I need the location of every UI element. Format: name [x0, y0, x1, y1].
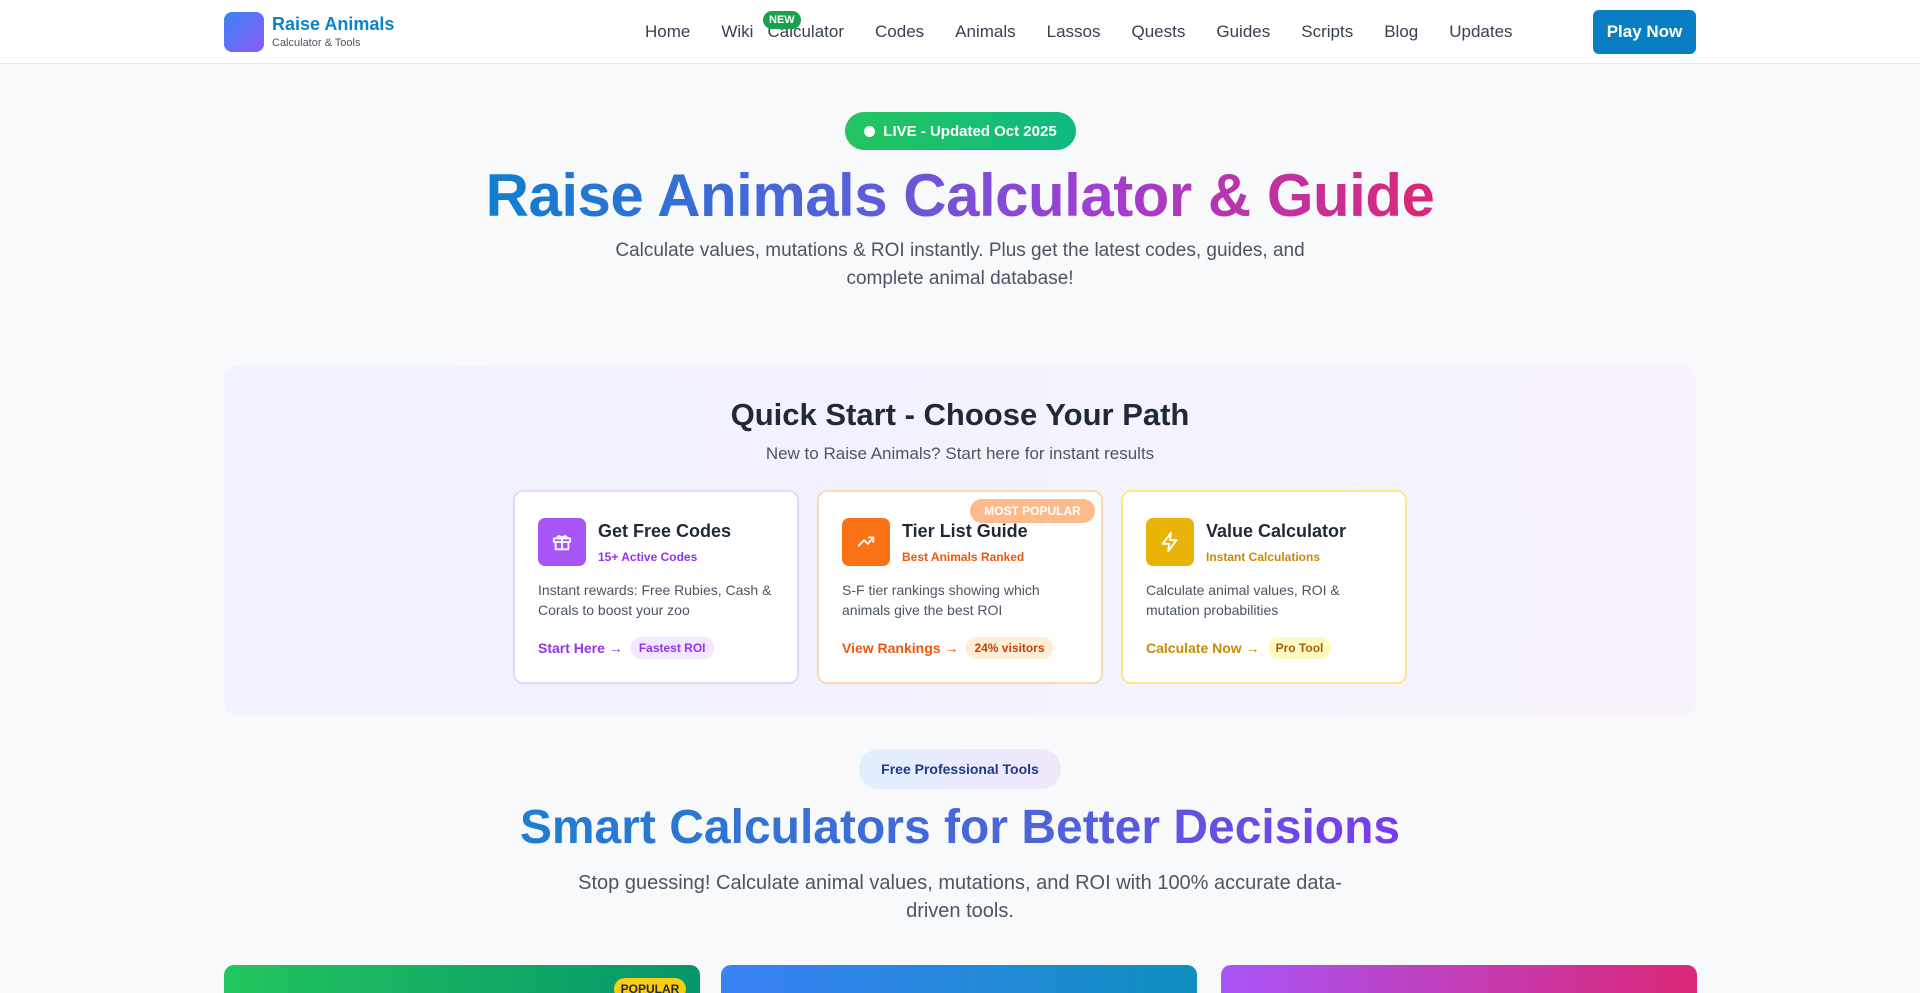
nav-home[interactable]: Home	[645, 20, 690, 44]
new-badge: NEW	[763, 11, 801, 29]
nav-wiki[interactable]: Wiki	[721, 20, 753, 44]
nav-lassos[interactable]: Lassos	[1047, 20, 1101, 44]
card-title: Value Calculator	[1206, 521, 1347, 541]
card-tag: 15+ Active Codes	[598, 550, 698, 564]
calculate-now-link[interactable]: Calculate Now →	[1146, 638, 1260, 658]
tools-badge: Free Professional Tools	[859, 749, 1061, 789]
card-pill: Fastest ROI	[630, 637, 714, 659]
card-title: Get Free Codes	[598, 521, 732, 541]
quick-start-title: Quick Start - Choose Your Path	[730, 397, 1190, 432]
brand-subtitle: Calculator & Tools	[272, 37, 361, 49]
quick-start-subtitle: New to Raise Animals? Start here for ins…	[765, 444, 1155, 463]
start-here-link[interactable]: Start Here →	[538, 638, 623, 658]
trending-up-icon	[842, 518, 890, 566]
tool-card-blue[interactable]	[721, 965, 1197, 993]
card-value-calculator[interactable]: Value Calculator Instant Calculations Ca…	[1121, 490, 1407, 684]
hero-title: Raise Animals Calculator & Guide	[0, 160, 1920, 232]
nav-scripts[interactable]: Scripts	[1301, 20, 1353, 44]
brand-logo-link[interactable]: Raise Animals Calculator & Tools	[224, 12, 394, 52]
nav-guides[interactable]: Guides	[1216, 20, 1270, 44]
tools-title-text: Smart Calculators for Better Decisions	[519, 801, 1401, 854]
logo-icon	[224, 12, 264, 52]
nav-codes[interactable]: Codes	[875, 20, 924, 44]
card-description: Calculate animal values, ROI & mutation …	[1146, 582, 1340, 618]
card-description: Instant rewards: Free Rubies, Cash & Cor…	[538, 582, 772, 618]
hero-title-text: Raise Animals Calculator & Guide	[485, 162, 1435, 229]
popular-badge: POPULAR	[614, 978, 686, 993]
card-footer: Start Here → Fastest ROI	[538, 636, 714, 660]
card-tag: Instant Calculations	[1206, 550, 1321, 564]
nav-blog[interactable]: Blog	[1384, 20, 1418, 44]
lightning-icon	[1146, 518, 1194, 566]
brand-text: Raise Animals Calculator & Tools	[272, 14, 394, 50]
gift-icon	[538, 518, 586, 566]
view-rankings-link[interactable]: View Rankings →	[842, 638, 958, 658]
card-pill: 24% visitors	[966, 637, 1053, 659]
card-pill: Pro Tool	[1267, 637, 1332, 659]
nav-updates[interactable]: Updates	[1449, 20, 1512, 44]
card-description: S-F tier rankings showing which animals …	[842, 582, 1040, 618]
tools-title: Smart Calculators for Better Decisions	[0, 798, 1920, 858]
hero-subtitle: Calculate values, mutations & ROI instan…	[615, 240, 1305, 289]
live-badge-label: LIVE - Updated Oct 2025	[883, 122, 1057, 140]
tool-card-pink[interactable]	[1221, 965, 1697, 993]
live-status-badge: LIVE - Updated Oct 2025	[845, 112, 1076, 150]
main-nav: Home Wiki Calculator Codes Animals Lasso…	[645, 11, 1513, 44]
card-free-codes[interactable]: Get Free Codes 15+ Active Codes Instant …	[513, 490, 799, 684]
nav-quests[interactable]: Quests	[1132, 20, 1186, 44]
site-header: Raise Animals Calculator & Tools Home Wi…	[0, 0, 1920, 64]
brand-title: Raise Animals	[272, 14, 395, 34]
live-dot-icon	[864, 125, 876, 137]
tools-subtitle: Stop guessing! Calculate animal values, …	[578, 872, 1342, 922]
nav-animals[interactable]: Animals	[955, 20, 1015, 44]
card-footer: View Rankings → 24% visitors	[842, 636, 1053, 660]
card-tag: Best Animals Ranked	[902, 550, 1025, 564]
play-now-button[interactable]: Play Now	[1593, 10, 1696, 54]
card-footer: Calculate Now → Pro Tool	[1146, 636, 1332, 660]
most-popular-ribbon: MOST POPULAR	[970, 499, 1095, 523]
